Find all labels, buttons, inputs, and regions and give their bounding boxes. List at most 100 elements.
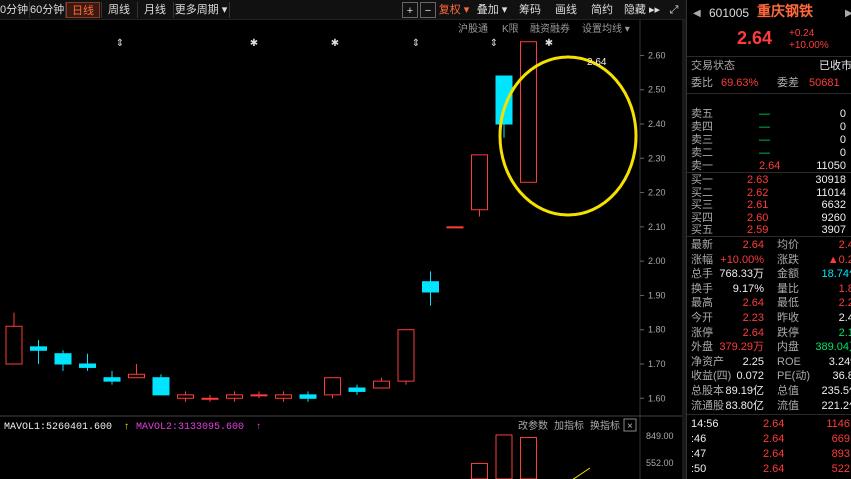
candle-body-up[interactable]	[373, 380, 390, 389]
event-marker-icon[interactable]: ⇕	[116, 38, 124, 49]
bid-row: 买一 2.63 30918	[687, 174, 851, 187]
vol-tool-edit-params[interactable]: 改参数	[518, 419, 548, 432]
divider-line	[687, 172, 851, 173]
candle-body-down[interactable]	[54, 353, 72, 365]
status-value: 已收市	[819, 60, 851, 72]
period-tab-2[interactable]: 日线	[66, 2, 100, 18]
toolbar-button-4[interactable]: 简约	[586, 2, 618, 18]
set-ma-dropdown[interactable]: 设置均线 ▾	[582, 22, 630, 35]
stat-label: 均价	[777, 239, 799, 251]
tick-volume: 522	[831, 463, 850, 475]
stat-label: 量比	[777, 282, 799, 295]
y-tick-label: 2.40	[648, 119, 666, 129]
stat-row: 收益(四) 0.072 PE(动) 36.88	[687, 369, 851, 383]
tick-time: :46	[691, 433, 707, 445]
sub-label-hgt[interactable]: 沪股通	[458, 22, 488, 35]
toolbar-button-3[interactable]: 画线	[550, 2, 582, 18]
prev-stock-icon[interactable]: ◀	[693, 6, 701, 22]
candle-body-down[interactable]	[30, 346, 47, 351]
stat-label: 净资产	[691, 355, 724, 368]
bid-price: 2.63	[747, 174, 769, 186]
stat-value: 768.33万	[719, 268, 764, 281]
toolbar-button-5[interactable]: 隐藏 ▸▸	[622, 2, 662, 18]
stat-row: 换手 9.17% 量比 1.84	[687, 282, 851, 296]
vol-tool-add-indicator[interactable]: 加指标	[554, 419, 584, 432]
bid-volume: 30918	[815, 174, 846, 186]
candle-body-up[interactable]	[275, 394, 292, 399]
candle-body-down[interactable]	[152, 377, 170, 396]
zoom-out-button[interactable]: −	[420, 2, 436, 18]
y-tick-label: 1.60	[648, 393, 666, 403]
period-tab-4[interactable]: 月线	[138, 2, 172, 18]
stat-label: 总值	[777, 385, 799, 397]
bid-row: 买三 2.61 6632	[687, 199, 851, 212]
stat-label: 收益(四)	[691, 370, 732, 383]
candle-body-down[interactable]	[79, 363, 96, 368]
bid-row: 买二 2.62 11014	[687, 187, 851, 200]
candle-body-down[interactable]	[348, 387, 366, 392]
candle-body-up[interactable]	[201, 397, 219, 400]
stock-code: 601005	[709, 6, 750, 20]
tick-row: :47 2.64 893	[687, 447, 851, 462]
toolbar-button-2[interactable]: 筹码	[514, 2, 546, 18]
event-marker-icon[interactable]: ✱	[545, 38, 553, 49]
ask-price: —	[759, 121, 770, 133]
next-stock-icon[interactable]: ▶	[845, 6, 851, 22]
candle-body-up[interactable]	[397, 329, 415, 382]
candle-body-down[interactable]	[103, 377, 121, 382]
vol-arrow-1: ↑	[124, 421, 129, 432]
tick-row: :50 2.64 522	[687, 462, 851, 477]
sub-label-klimit[interactable]: K限	[502, 23, 519, 35]
period-tab-3[interactable]: 周线	[102, 2, 136, 18]
candle-body-up[interactable]	[5, 325, 23, 365]
stat-row: 涨停 2.64 跌停 2.16	[687, 326, 851, 340]
candlestick-chart[interactable]: ⇕ ✱ ✱ ⇕ ⇕ ✱ 2.60 2.50 2.40 2.30 2.20 2.10 2.00 1.90 1…	[0, 20, 682, 479]
toolbar-button-6[interactable]: ⤢	[666, 2, 682, 18]
event-marker-icon[interactable]: ✱	[331, 38, 339, 49]
candle-body-down[interactable]	[495, 75, 513, 125]
candle-body-up[interactable]	[471, 154, 488, 211]
ask-row: 卖四 — 0	[687, 121, 851, 134]
zoom-in-button[interactable]: +	[402, 2, 418, 18]
kline-chart-area[interactable]: ⇕ ✱ ✱ ⇕ ⇕ ✱ 2.60 2.50 2.40 2.30 2.20 2.10 2.00 1.90 1…	[0, 20, 682, 479]
stat-row: 最高 2.64 最低 2.23	[687, 296, 851, 310]
period-tab-1[interactable]: 60分钟	[30, 2, 64, 18]
candle-body-up[interactable]	[177, 394, 194, 399]
toolbar-button-0[interactable]: 复权 ▾	[438, 2, 470, 18]
event-marker-icon[interactable]: ⇕	[412, 38, 420, 49]
y-tick-label: 1.70	[648, 359, 666, 369]
stat-label: 流通股	[691, 399, 724, 412]
candle-body-up[interactable]	[128, 373, 145, 379]
ask-price: —	[759, 108, 770, 120]
sub-label-margin[interactable]: 融资融券	[530, 22, 570, 35]
vol-close-icon[interactable]: ×	[627, 421, 633, 432]
divider-line	[687, 236, 851, 237]
candle-body-down[interactable]	[299, 394, 317, 399]
y-tick-label: 2.30	[648, 153, 666, 163]
period-tab-5[interactable]: 更多周期 ▾	[174, 2, 228, 18]
vol-axis-top: 849.00	[646, 431, 674, 441]
vol-tool-switch-indicator[interactable]: 换指标	[590, 419, 620, 432]
tick-volume: 1146	[826, 418, 850, 430]
candle-body-up[interactable]	[324, 377, 341, 396]
stat-row: 最新 2.64 均价 2.44	[687, 238, 851, 252]
bid-label: 买二	[691, 186, 713, 199]
y-tick-label: 2.00	[648, 256, 666, 266]
candle-body-up[interactable]	[446, 226, 464, 229]
tick-volume: 669	[831, 433, 850, 445]
event-marker-icon[interactable]: ⇕	[490, 38, 498, 49]
candle-body-down[interactable]	[422, 281, 439, 293]
ask-volume: 0	[839, 134, 846, 146]
bid-volume: 6632	[821, 199, 846, 211]
toolbar-button-1[interactable]: 叠加 ▾	[474, 2, 510, 18]
stat-value: 379.29万	[719, 341, 764, 354]
candle-body-up[interactable]	[520, 41, 537, 183]
event-marker-icon[interactable]: ✱	[250, 38, 258, 49]
candle-body-up[interactable]	[226, 394, 243, 399]
tick-price: 2.64	[763, 448, 785, 460]
weibi-value: 69.63%	[721, 77, 759, 89]
divider-line	[687, 93, 851, 94]
period-tab-0[interactable]: 0分钟	[0, 2, 28, 18]
candle-body-up[interactable]	[250, 394, 268, 397]
divider-line	[687, 414, 851, 415]
